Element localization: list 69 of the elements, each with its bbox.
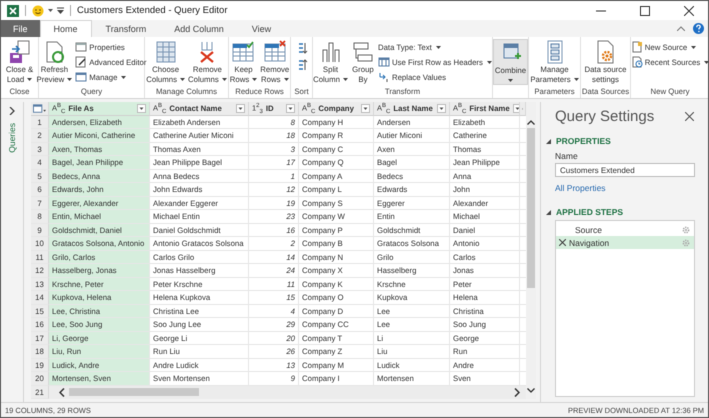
help-icon[interactable] xyxy=(693,23,704,34)
caret-icon[interactable] xyxy=(48,8,53,12)
caret-icon xyxy=(508,78,513,82)
properties-icon xyxy=(75,41,88,53)
caret-icon xyxy=(121,76,126,78)
table-icon xyxy=(75,71,88,83)
field-label: Name xyxy=(555,151,579,161)
vertical-scrollbar[interactable] xyxy=(526,102,536,399)
table-icon xyxy=(378,56,390,68)
applied-step[interactable]: Navigation xyxy=(556,236,694,249)
customize-icon[interactable] xyxy=(57,7,64,14)
expand-icon[interactable] xyxy=(9,107,15,115)
keep-rows-icon xyxy=(231,40,256,64)
ribbon-tab[interactable]: Add Column xyxy=(160,20,238,37)
caret-icon xyxy=(284,78,288,81)
applied-step[interactable]: Source xyxy=(556,223,694,236)
maximize-icon[interactable] xyxy=(640,6,650,16)
editor-icon xyxy=(75,56,88,68)
section-heading: APPLIED STEPS xyxy=(556,207,624,217)
table-menu-icon[interactable] xyxy=(33,104,46,114)
filter-dropdown-icon[interactable] xyxy=(437,104,446,113)
filter-dropdown-icon[interactable] xyxy=(137,104,146,113)
smiley-icon[interactable] xyxy=(32,4,44,16)
caret-icon xyxy=(180,78,185,81)
horizontal-scrollbar[interactable] xyxy=(49,386,526,399)
caret-icon xyxy=(704,60,708,64)
name-field[interactable]: Customers Extended xyxy=(555,163,695,177)
scroll-up-icon[interactable] xyxy=(527,120,535,125)
caret-icon xyxy=(691,46,696,48)
queries-pane-label[interactable]: Queries xyxy=(7,123,17,153)
collapse-ribbon-icon[interactable] xyxy=(677,26,685,31)
table-icon xyxy=(154,40,178,64)
spreadsheet-app-icon xyxy=(7,4,19,16)
window-title: Customers Extended - Query Editor xyxy=(77,5,228,16)
scroll-right-icon[interactable] xyxy=(514,388,520,397)
pane-title: Query Settings xyxy=(555,108,654,124)
caret-icon xyxy=(222,78,227,81)
close-icon[interactable] xyxy=(685,112,694,120)
load-icon xyxy=(8,40,32,64)
caret-icon xyxy=(486,60,492,64)
expand-arrow-icon[interactable] xyxy=(546,138,551,144)
close-icon[interactable] xyxy=(684,6,694,16)
caret-icon xyxy=(252,78,258,81)
filter-dropdown-icon[interactable] xyxy=(236,104,245,113)
recent-sources-icon xyxy=(630,56,643,68)
ribbon-tab[interactable]: View xyxy=(238,20,286,37)
filter-dropdown-icon[interactable] xyxy=(512,104,519,113)
scrollbar-thumb[interactable] xyxy=(69,388,199,396)
caret-icon xyxy=(67,78,72,81)
all-properties-link[interactable]: All Properties xyxy=(555,183,700,193)
section-heading: PROPERTIES xyxy=(556,136,611,146)
scroll-down-icon[interactable] xyxy=(527,388,535,393)
remove-rows-icon xyxy=(262,40,287,64)
ribbon-tab[interactable]: Transform xyxy=(92,20,160,37)
caret-icon xyxy=(436,46,441,48)
filter-dropdown-icon[interactable] xyxy=(286,104,295,113)
scrollbar-thumb[interactable] xyxy=(527,128,535,288)
delete-icon[interactable] xyxy=(559,239,566,246)
scroll-left-icon[interactable] xyxy=(59,388,65,397)
caret-icon xyxy=(27,78,32,81)
group-by-icon xyxy=(350,40,375,64)
caret-icon xyxy=(574,78,579,81)
filter-dropdown-icon[interactable] xyxy=(361,104,370,113)
replace-values-icon xyxy=(378,71,390,83)
caret-icon xyxy=(342,78,348,81)
ribbon-tab[interactable]: Home xyxy=(40,20,92,37)
new-document-icon xyxy=(630,41,643,53)
ribbon-tab[interactable]: File xyxy=(1,20,40,37)
expand-arrow-icon[interactable] xyxy=(546,210,551,214)
